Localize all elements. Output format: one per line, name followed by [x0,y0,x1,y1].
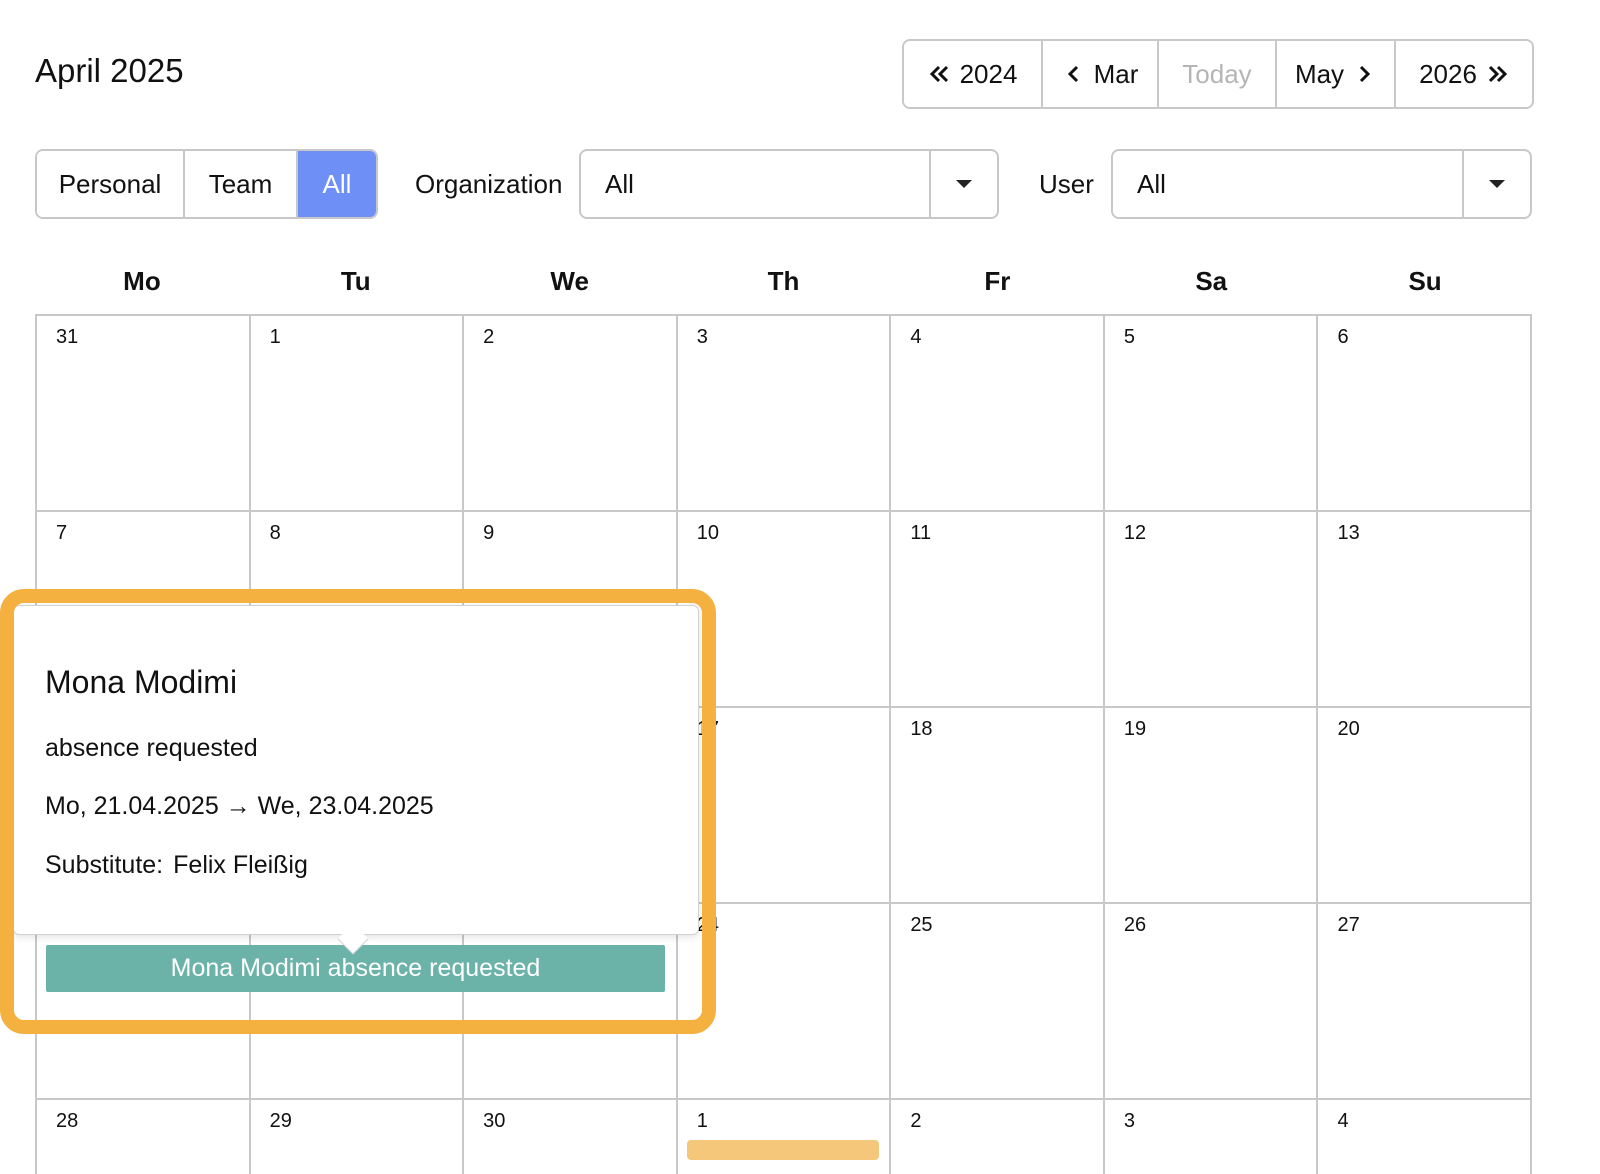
day-number: 26 [1123,914,1147,936]
event-may-1[interactable] [687,1140,879,1160]
calendar-day-cell[interactable]: 19 [1104,708,1319,904]
calendar-day-cell[interactable]: 12 [1104,512,1319,708]
organization-select[interactable]: All [579,149,999,219]
double-chevron-left-icon [929,65,948,83]
day-number: 31 [56,326,79,348]
calendar-day-cell[interactable]: 3 [677,316,892,512]
day-number: 3 [696,326,708,348]
organization-select-value: All [605,168,634,199]
double-chevron-right-icon [1488,65,1508,83]
day-number: 5 [1123,326,1136,348]
view-mode-toggle: Personal Team All [35,149,378,219]
calendar-week-row: 28 29 30 1 2 3 4 [37,1100,1533,1174]
chevron-left-icon [1067,65,1078,83]
day-number: 11 [910,522,932,544]
calendar-day-cell[interactable]: 4 [1318,1100,1533,1174]
next-month-button[interactable]: May [1277,41,1396,107]
calendar-day-cell[interactable]: 4 [891,316,1105,512]
user-label: User [1039,169,1094,199]
day-number: 19 [1123,718,1147,740]
calendar-day-cell[interactable]: 2 [464,316,678,512]
calendar-day-cell[interactable]: 1 [250,316,465,512]
chevron-right-icon [1360,65,1371,83]
calendar-navigation: 2024 Mar Today May 2026 [902,39,1534,109]
weekday-mo: Mo [123,266,161,296]
weekday-su: Su [1408,266,1442,296]
calendar-day-cell[interactable]: 29 [251,1100,465,1174]
calendar-day-cell[interactable]: 26 [1104,904,1319,1100]
day-number: 6 [1337,326,1349,348]
weekday-we: We [550,266,589,296]
calendar-day-cell[interactable]: 1 [678,1100,892,1174]
calendar-day-cell[interactable]: 13 [1318,512,1533,708]
weekday-fr: Fr [984,266,1011,296]
today-label: Today [1182,58,1252,89]
weekday-tu: Tu [340,266,371,296]
prev-month-label: Mar [1093,58,1139,89]
calendar-day-cell[interactable]: 30 [464,1100,678,1174]
calendar-day-cell[interactable]: 18 [891,708,1105,904]
caret-down-icon [1489,180,1505,188]
day-number: 9 [483,522,495,544]
day-number: 28 [56,1110,79,1132]
day-number: 2 [483,326,495,348]
organization-label: Organization [415,169,563,199]
calendar-day-cell[interactable]: 28 [37,1100,251,1174]
view-team-button[interactable]: Team [185,151,298,217]
calendar-day-cell[interactable]: 2 [891,1100,1105,1174]
prev-year-label: 2024 [959,58,1018,89]
day-number: 1 [269,326,281,348]
day-number: 30 [483,1110,506,1132]
day-number: 7 [56,522,68,544]
day-number: 4 [910,326,922,348]
calendar-day-cell[interactable]: 27 [1318,904,1533,1100]
user-select-value: All [1137,168,1166,199]
day-number: 4 [1337,1110,1349,1132]
calendar-day-cell[interactable]: 25 [891,904,1105,1100]
user-dropdown-toggle[interactable] [1462,151,1530,217]
user-select[interactable]: All [1111,149,1532,219]
weekday-th: Th [767,266,800,296]
next-year-button[interactable]: 2026 [1396,41,1532,107]
day-number: 18 [910,718,933,740]
day-number: 3 [1123,1110,1136,1132]
day-number: 2 [910,1110,922,1132]
day-number: 25 [910,914,933,936]
day-number: 10 [696,522,719,544]
calendar-day-cell[interactable]: 3 [1105,1100,1319,1174]
prev-month-button[interactable]: Mar [1043,41,1159,107]
day-number: 1 [696,1110,708,1132]
view-personal-button[interactable]: Personal [37,151,185,217]
next-month-label: May [1294,58,1345,89]
day-number: 12 [1123,522,1147,544]
calendar-day-cell[interactable]: 31 [37,316,251,512]
calendar-day-cell[interactable]: 6 [1318,316,1533,512]
day-number: 8 [269,522,281,544]
month-title: April 2025 [35,52,184,89]
day-number: 29 [269,1110,292,1132]
calendar-day-cell[interactable]: 5 [1104,316,1319,512]
caret-down-icon [956,180,972,188]
view-all-button[interactable]: All [298,151,376,217]
today-button[interactable]: Today [1159,41,1277,107]
weekday-sa: Sa [1195,266,1228,296]
calendar-day-cell[interactable]: 20 [1318,708,1533,904]
calendar-week-row: 31 1 2 3 4 5 6 [37,316,1533,512]
organization-dropdown-toggle[interactable] [929,151,997,217]
next-year-label: 2026 [1419,58,1477,89]
day-number: 13 [1337,522,1360,544]
prev-year-button[interactable]: 2024 [904,41,1043,107]
day-number: 20 [1337,718,1360,740]
calendar-day-cell[interactable]: 11 [891,512,1105,708]
highlight-frame [0,589,716,1034]
weekday-header: Mo Tu We Th Fr Sa Su [35,266,1532,297]
day-number: 27 [1337,914,1360,936]
